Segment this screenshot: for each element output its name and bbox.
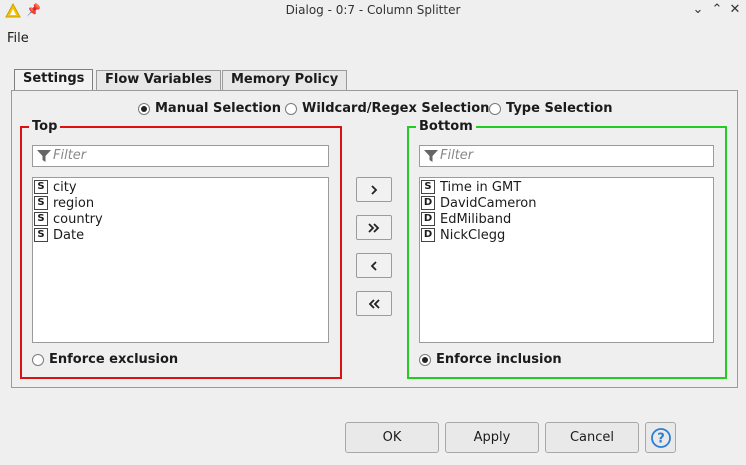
add-all-button[interactable] (356, 215, 392, 240)
radio-indicator (32, 353, 44, 366)
add-button[interactable] (356, 177, 392, 202)
column-name: Date (53, 227, 85, 243)
wildcard-selection-label: Wildcard/Regex Selection (302, 101, 490, 116)
radio-indicator (285, 102, 297, 115)
remove-button[interactable] (356, 253, 392, 278)
radio-indicator (138, 102, 150, 115)
radio-indicator (489, 102, 501, 115)
filter-icon (37, 150, 51, 162)
string-type-icon: S (34, 196, 48, 210)
remove-all-button[interactable] (356, 291, 392, 316)
maximize-icon[interactable]: ⌃ (709, 2, 725, 17)
column-name: DavidCameron (440, 195, 537, 211)
enforce-exclusion-radio[interactable]: Enforce exclusion (32, 352, 178, 367)
double-type-icon: D (421, 212, 435, 226)
ok-button[interactable]: OK (345, 422, 439, 453)
list-item[interactable]: S region (34, 195, 94, 211)
top-filter-input[interactable]: Filter (32, 145, 329, 167)
enforce-inclusion-radio[interactable]: Enforce inclusion (419, 352, 562, 367)
chevron-left-icon (370, 260, 377, 271)
cancel-button[interactable]: Cancel (545, 422, 639, 453)
list-item[interactable]: S country (34, 211, 103, 227)
column-name: NickClegg (440, 227, 506, 243)
list-item[interactable]: D DavidCameron (421, 195, 537, 211)
help-button[interactable]: ? (645, 422, 676, 453)
bottom-group-title: Bottom (416, 119, 476, 134)
enforce-inclusion-label: Enforce inclusion (436, 352, 562, 367)
manual-selection-label: Manual Selection (155, 101, 281, 116)
list-item[interactable]: D NickClegg (421, 227, 505, 243)
column-name: city (53, 179, 77, 195)
title-bar: 📌 Dialog - 0:7 - Column Splitter ⌄ ⌃ ✕ (0, 0, 746, 22)
selection-mode-group: Manual Selection Wildcard/Regex Selectio… (0, 101, 746, 117)
menu-file[interactable]: File (7, 31, 29, 46)
bottom-filter-placeholder: Filter (440, 148, 474, 163)
list-item[interactable]: D EdMiliband (421, 211, 511, 227)
top-column-list[interactable]: S city S region S country S Date (32, 177, 329, 343)
wildcard-selection-radio[interactable]: Wildcard/Regex Selection (285, 101, 489, 116)
manual-selection-radio[interactable]: Manual Selection (138, 101, 281, 116)
svg-text:?: ? (657, 431, 665, 446)
type-selection-label: Type Selection (506, 101, 613, 116)
filter-icon (424, 150, 438, 162)
bottom-column-list[interactable]: S Time in GMT D DavidCameron D EdMiliban… (419, 177, 714, 343)
string-type-icon: S (421, 180, 435, 194)
string-type-icon: S (34, 228, 48, 242)
list-item[interactable]: S Date (34, 227, 84, 243)
string-type-icon: S (34, 180, 48, 194)
double-type-icon: D (421, 228, 435, 242)
tab-memory-policy[interactable]: Memory Policy (222, 70, 348, 90)
tab-settings[interactable]: Settings (14, 69, 94, 90)
column-name: country (53, 211, 103, 227)
top-group-title: Top (29, 119, 61, 134)
double-type-icon: D (421, 196, 435, 210)
enforce-exclusion-label: Enforce exclusion (49, 352, 179, 367)
list-item[interactable]: S city (34, 179, 77, 195)
top-filter-placeholder: Filter (53, 148, 87, 163)
string-type-icon: S (34, 212, 48, 226)
close-icon[interactable]: ✕ (727, 2, 743, 17)
minimize-icon[interactable]: ⌄ (690, 2, 706, 17)
bottom-filter-input[interactable]: Filter (419, 145, 714, 167)
double-chevron-right-icon (368, 222, 380, 233)
type-selection-radio[interactable]: Type Selection (489, 101, 612, 116)
column-name: Time in GMT (440, 179, 522, 195)
apply-button[interactable]: Apply (445, 422, 539, 453)
chevron-right-icon (371, 184, 378, 195)
tab-flow-variables[interactable]: Flow Variables (96, 70, 221, 90)
column-name: EdMiliband (440, 211, 512, 227)
column-name: region (53, 195, 95, 211)
help-icon: ? (650, 427, 671, 448)
radio-indicator (419, 353, 431, 366)
double-chevron-left-icon (368, 298, 380, 309)
window-title: Dialog - 0:7 - Column Splitter (285, 3, 461, 17)
list-item[interactable]: S Time in GMT (421, 179, 521, 195)
